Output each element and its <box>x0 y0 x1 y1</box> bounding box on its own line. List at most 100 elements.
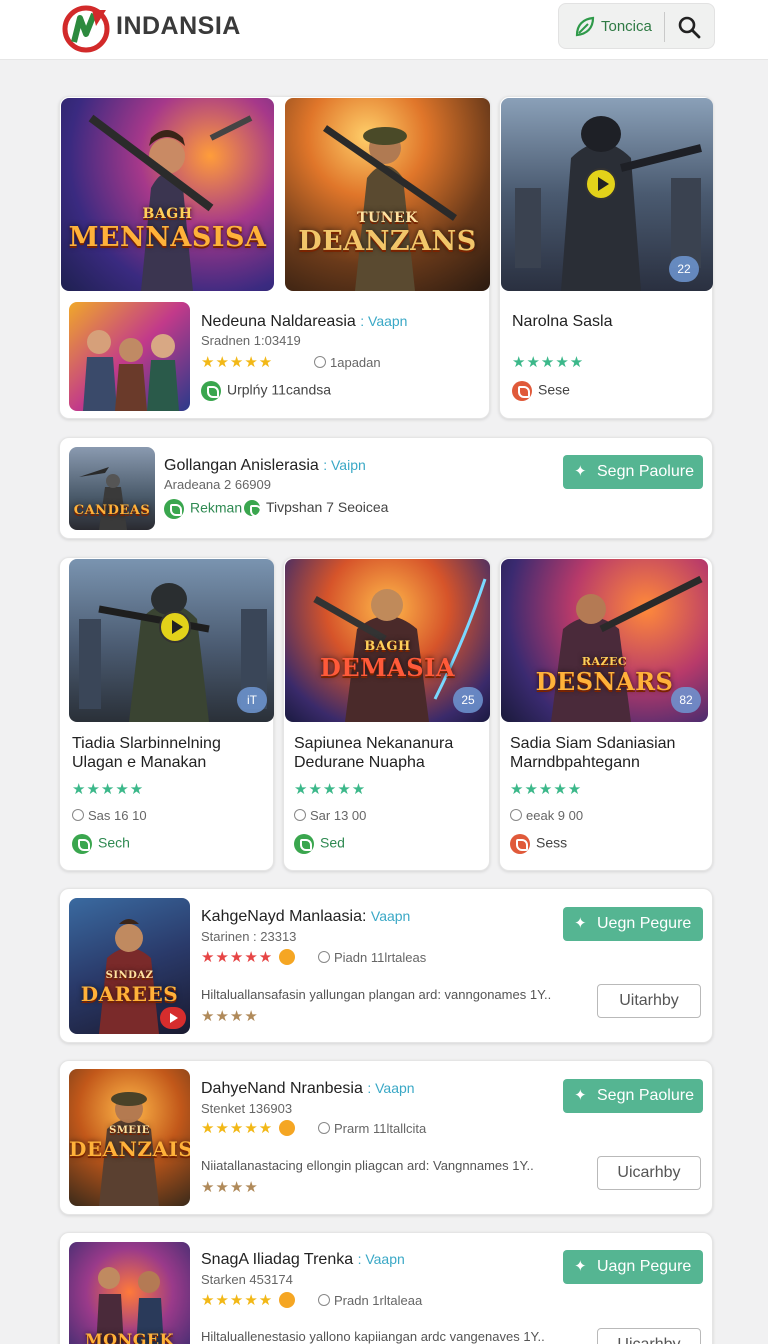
art-kicker: BAGH <box>364 639 411 654</box>
status-chip[interactable]: Urplńy 11candsa <box>201 381 331 401</box>
featured-card-side[interactable]: 22 Narolna Sasla ★★★★★ Sese <box>499 96 713 419</box>
leaf-icon <box>294 834 314 854</box>
thumb-squad[interactable] <box>69 302 190 411</box>
secondary-button[interactable]: Uitarhby <box>597 984 701 1018</box>
emoji-icon <box>279 1292 296 1308</box>
game-art-2[interactable]: TUNEK DEANZANS <box>285 98 490 291</box>
art-title: DEANZAIS <box>69 1137 190 1161</box>
player-chip[interactable]: Tivpshan 7 Seoicea <box>244 499 388 518</box>
game-grid-card-3[interactable]: RAZEC DESNARS 82 Sadia Siam Sdaniasian M… <box>499 557 713 871</box>
sign-up-button[interactable]: Segn Paolure <box>563 1079 703 1113</box>
game-list-card[interactable]: CANDEAS Gollangan Anislerasia : Vaipn Ar… <box>59 437 713 539</box>
sign-up-button[interactable]: Uagn Pegure <box>563 1250 703 1284</box>
top-header: INDANSIA Toncica <box>0 0 768 60</box>
art-title: MENNASISA <box>68 222 267 253</box>
game-title[interactable]: KahgeNayd Manlaasia: Vaapn <box>201 908 410 926</box>
game-tag: : Vaapn <box>360 313 408 329</box>
clock-icon <box>294 809 306 821</box>
top-actions: Toncica <box>558 3 715 49</box>
art-title: DAREES <box>80 982 179 1006</box>
game-title[interactable]: Narolna Sasla <box>512 313 613 331</box>
clock-icon <box>510 809 522 821</box>
game-art[interactable]: RAZEC DESNARS 82 <box>501 559 708 722</box>
game-title-line1[interactable]: Sapiunea Nekananura <box>294 735 453 753</box>
secondary-button[interactable]: Uicarhby <box>597 1328 701 1344</box>
emoji-icon <box>279 1120 296 1136</box>
game-title-line2[interactable]: Dedurane Nuapha <box>294 754 425 772</box>
game-art-3[interactable]: 22 <box>501 98 713 291</box>
group-figure <box>83 330 179 411</box>
count-badge: 22 <box>669 256 699 282</box>
play-time: Sas 16 10 <box>72 808 147 823</box>
art-title: MONGEK <box>84 1330 175 1344</box>
status-chip[interactable]: Sed <box>294 834 345 854</box>
game-list-item-1[interactable]: SINDAZ DAREES KahgeNayd Manlaasia: Vaapn… <box>59 888 713 1043</box>
game-list-item-2[interactable]: SMEIE DEANZAIS DahyeNand Nranbesia : Vaa… <box>59 1060 713 1215</box>
leaf-icon <box>164 499 184 519</box>
clock-icon <box>318 951 330 963</box>
art-kicker: TUNEK <box>357 210 418 226</box>
leaf-icon <box>72 834 92 854</box>
game-title-line2[interactable]: Marndbpahtegann <box>510 754 640 772</box>
rating-stars: ★★★★★ <box>201 1119 296 1137</box>
art-title: DEANZANS <box>298 226 477 257</box>
rating-stars: ★★★★★ <box>201 354 274 371</box>
game-art[interactable]: iT <box>69 559 274 722</box>
game-subtitle: Starken 453174 <box>201 1272 293 1287</box>
secondary-rating: ★★★★ <box>201 1008 259 1025</box>
game-list-item-3[interactable]: MONGEK SnagA Iliadag Trenka : Vaapn Star… <box>59 1232 713 1344</box>
top-link[interactable]: Toncica <box>601 18 652 35</box>
status-chip[interactable]: Sese <box>512 381 570 401</box>
clock-icon <box>318 1122 330 1134</box>
game-title[interactable]: DahyeNand Nranbesia : Vaapn <box>201 1080 415 1098</box>
rating-stars: ★★★★★ <box>510 781 583 798</box>
featured-card-main[interactable]: BAGH MENNASISA TUNEK DEANZANS Nedeuna Na… <box>59 96 490 419</box>
sign-up-button[interactable]: Segn Paolure <box>563 455 703 489</box>
game-thumb[interactable]: MONGEK <box>69 1242 190 1344</box>
game-thumb[interactable]: CANDEAS <box>69 447 155 530</box>
tag-icon <box>512 381 532 401</box>
rating-stars: ★★★★★ <box>512 354 585 371</box>
leaf-icon <box>575 16 595 37</box>
publisher-chip[interactable]: Rekman <box>164 499 242 519</box>
rating-stars: ★★★★★ <box>201 1291 296 1309</box>
game-title[interactable]: Gollangan Anislerasia : Vaipn <box>164 457 366 475</box>
rating-stars: ★★★★★ <box>201 948 296 966</box>
clock-icon <box>318 1294 330 1306</box>
player-meta: Pradn 1rltaleaa <box>318 1293 422 1308</box>
game-grid-card-2[interactable]: BAGH DEMASIA 25 Sapiunea Nekananura Dedu… <box>283 557 490 871</box>
game-title-line1[interactable]: Tiadia Slarbinnelning <box>72 735 221 753</box>
player-meta: Prarm 11ltallcita <box>318 1121 426 1136</box>
status-chip[interactable]: Sess <box>510 834 567 854</box>
art-kicker: SMEIE <box>109 1125 150 1136</box>
secondary-button[interactable]: Uicarhby <box>597 1156 701 1190</box>
play-icon[interactable] <box>585 168 617 200</box>
game-subtitle: Stenket 136903 <box>201 1101 293 1116</box>
game-thumb[interactable]: SINDAZ DAREES <box>69 898 190 1034</box>
brand-name[interactable]: INDANSIA <box>116 12 241 41</box>
game-description: Hiltaluallansafasin yallungan plangan ar… <box>201 987 552 1002</box>
game-title-line1[interactable]: Sadia Siam Sdaniasian <box>510 735 675 753</box>
game-title-line2[interactable]: Ulagan e Manakan <box>72 754 206 772</box>
game-art-1[interactable]: BAGH MENNASISA <box>61 98 274 291</box>
brand-logo-icon[interactable] <box>62 4 112 54</box>
art-kicker: SINDAZ <box>105 970 154 981</box>
play-icon[interactable] <box>159 611 191 643</box>
game-title-text: Nedeuna Naldareasia <box>201 313 356 330</box>
sign-up-button[interactable]: Uegn Pegure <box>563 907 703 941</box>
game-description: Niiatallanastacing ellongin pliagcan ard… <box>201 1158 534 1173</box>
game-title[interactable]: Nedeuna Naldareasia : Vaapn <box>201 313 407 331</box>
emoji-icon <box>279 949 296 965</box>
search-icon[interactable] <box>676 14 702 40</box>
tag-icon <box>510 834 530 854</box>
status-chip[interactable]: Sech <box>72 834 130 854</box>
game-subtitle: Starinen : 23313 <box>201 929 297 944</box>
game-art[interactable]: BAGH DEMASIA 25 <box>285 559 490 722</box>
game-thumb[interactable]: SMEIE DEANZAIS <box>69 1069 190 1206</box>
divider <box>664 12 665 42</box>
play-count: 1apadan <box>314 355 381 370</box>
game-title[interactable]: SnagA Iliadag Trenka : Vaapn <box>201 1251 405 1269</box>
art-title: CANDEAS <box>73 503 151 518</box>
play-icon[interactable] <box>160 1007 186 1029</box>
game-grid-card-1[interactable]: iT Tiadia Slarbinnelning Ulagan e Manaka… <box>59 557 274 871</box>
